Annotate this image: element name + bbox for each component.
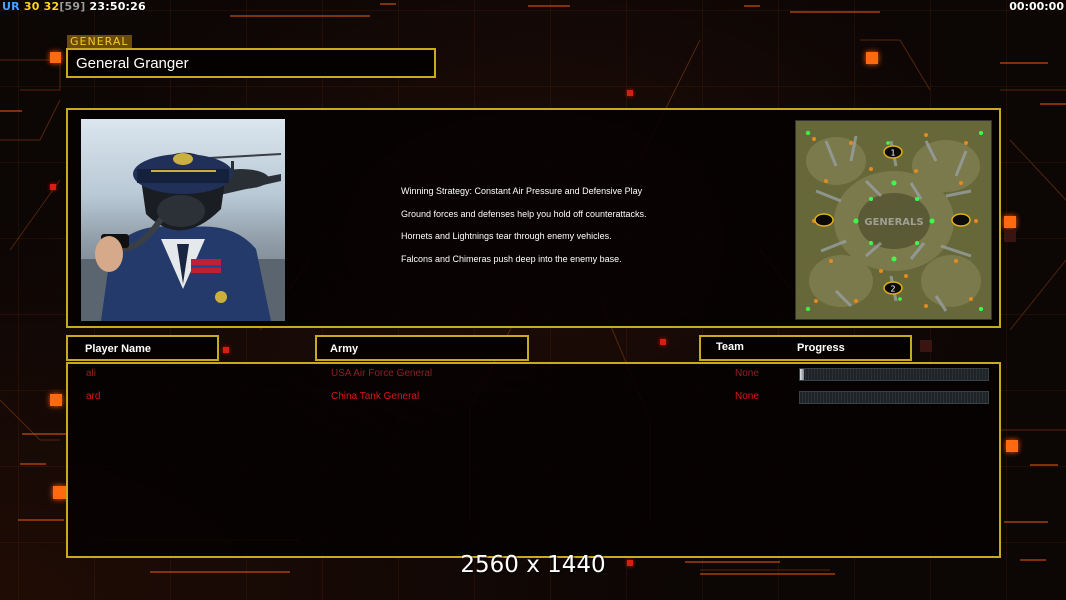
- general-portrait-art: [81, 152, 285, 321]
- strategy-line: Ground forces and defenses help you hold…: [401, 208, 647, 219]
- strategy-line: Falcons and Chimeras push deep into the …: [401, 253, 622, 264]
- player-army: USA Air Force General: [331, 368, 433, 379]
- player-progress-fill: [800, 369, 804, 380]
- map-start-2-label: 2: [890, 285, 895, 294]
- hud-ur-value: 30: [23, 0, 40, 13]
- map-start-1-label: 1: [890, 149, 895, 158]
- hud-fps-bracket-close: ]: [80, 0, 86, 13]
- map-preview[interactable]: GENERALS 1 2: [795, 120, 992, 320]
- header-player-name-label: Player Name: [85, 343, 152, 355]
- player-army: China Tank General: [331, 391, 420, 402]
- hud-game-timer: 00:00:00: [1009, 0, 1064, 13]
- red-light-square: [627, 90, 633, 96]
- player-list: ali USA Air Force General None ard China…: [66, 362, 1001, 558]
- hud-ur-label: UR: [2, 0, 20, 13]
- dim-square: [920, 340, 932, 352]
- map-start-2: 2: [883, 281, 903, 295]
- header-army: Army: [315, 335, 529, 361]
- map-start-empty-east: [951, 213, 971, 227]
- orange-light-square: [1006, 440, 1018, 452]
- hud-clock: 23:50:26: [89, 0, 146, 13]
- general-name-box: General Granger: [66, 48, 436, 78]
- hud-fps: 32: [43, 0, 60, 13]
- player-name: ard: [86, 391, 101, 402]
- red-light-square: [660, 339, 666, 345]
- header-progress-label: Progress: [797, 342, 845, 354]
- map-start-1: 1: [883, 145, 903, 159]
- player-team: None: [735, 391, 759, 402]
- map-preview-art: GENERALS 1 2: [796, 121, 991, 319]
- strategy-text: Winning Strategy: Constant Air Pressure …: [401, 180, 781, 270]
- orange-light-square: [1004, 216, 1016, 228]
- player-row[interactable]: ali USA Air Force General None: [68, 368, 999, 382]
- map-start-empty-west: [814, 213, 834, 227]
- resolution-label: 2560 x 1440: [460, 552, 606, 578]
- player-name: ali: [86, 368, 97, 379]
- hud-stats: UR 30 32[59] 23:50:26: [2, 0, 146, 14]
- strategy-line: Winning Strategy: Constant Air Pressure …: [401, 186, 643, 196]
- map-watermark: GENERALS: [864, 217, 923, 228]
- player-progress-bar: [799, 368, 989, 381]
- header-team-progress: Team Progress: [699, 335, 912, 361]
- player-progress-bar: [799, 391, 989, 404]
- orange-light-square: [53, 486, 66, 499]
- player-team: None: [735, 368, 759, 379]
- dim-square: [1004, 230, 1016, 242]
- header-army-label: Army: [330, 343, 359, 355]
- general-portrait: [81, 119, 285, 321]
- orange-light-square: [50, 52, 61, 63]
- general-name: General Granger: [76, 55, 189, 72]
- player-row[interactable]: ard China Tank General None: [68, 391, 999, 405]
- red-light-square: [223, 347, 229, 353]
- briefing-panel: Winning Strategy: Constant Air Pressure …: [66, 108, 1001, 328]
- orange-light-square: [866, 52, 878, 64]
- header-team-label: Team: [716, 341, 744, 353]
- hud-fps-limit: 59: [64, 0, 81, 13]
- strategy-line: Hornets and Lightnings tear through enem…: [401, 231, 612, 241]
- header-player-name: Player Name: [66, 335, 219, 361]
- orange-light-square: [50, 394, 62, 406]
- general-tag-label: GENERAL: [67, 35, 132, 48]
- red-light-square: [50, 184, 56, 190]
